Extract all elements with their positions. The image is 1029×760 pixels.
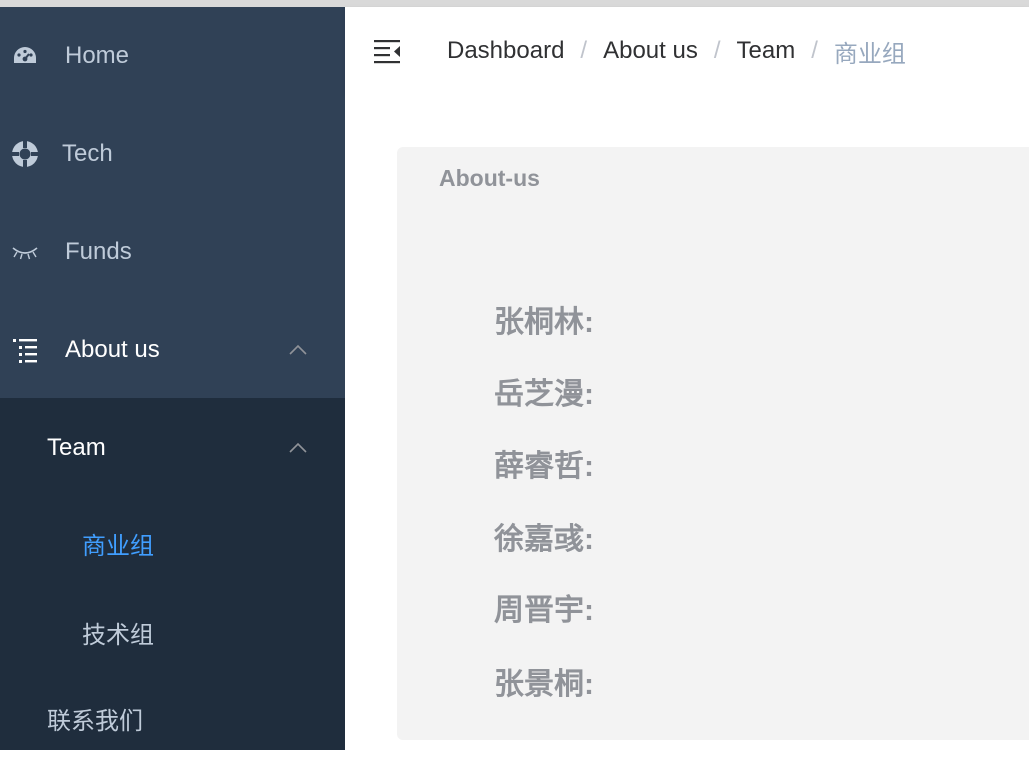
sidebar-item-label: 技术组: [82, 621, 154, 649]
member-name: 张桐林:: [494, 306, 594, 339]
breadcrumb-dashboard[interactable]: Dashboard: [447, 37, 564, 65]
window-top-border: [0, 0, 1029, 7]
menu-fold-icon[interactable]: [373, 34, 403, 64]
sidebar-item-contact-us[interactable]: 联系我们: [0, 676, 345, 760]
member-name: 徐嘉彧:: [494, 523, 594, 556]
lifebuoy-icon: [10, 139, 40, 169]
sidebar-item-business-group[interactable]: 商业组: [0, 498, 345, 588]
breadcrumb: Dashboard / About us / Team / 商业组: [447, 7, 906, 95]
sidebar-item-label: Home: [65, 42, 130, 69]
member-name: 周晋宇:: [494, 594, 594, 627]
breadcrumb-separator: /: [580, 37, 588, 64]
card-title: About-us: [439, 165, 540, 191]
sidebar-item-label: Tech: [62, 140, 113, 167]
member-name: 岳芝漫:: [494, 378, 594, 411]
breadcrumb-about-us[interactable]: About us: [603, 37, 698, 65]
sidebar-item-label: About us: [65, 336, 160, 363]
main-content: About-us 张桐林: 岳芝漫: 薛睿哲: 徐嘉彧: 周晋宇: 张景桐:: [345, 95, 1029, 750]
sidebar-item-label: Team: [47, 434, 106, 461]
breadcrumb-separator: /: [811, 37, 818, 64]
sidebar-item-label: 商业组: [82, 532, 154, 560]
sidebar-item-label: 联系我们: [47, 707, 143, 735]
dashboard-icon: [10, 41, 40, 71]
member-name: 薛睿哲:: [494, 450, 594, 483]
sidebar-item-home[interactable]: Home: [0, 7, 345, 105]
list-tree-icon: [10, 335, 40, 365]
top-navbar: Dashboard / About us / Team / 商业组: [345, 7, 1029, 95]
sidebar: Home Tech Funds About us Team 商业组 技术组 联系…: [0, 7, 345, 750]
eye-closed-icon: [10, 237, 40, 267]
sidebar-item-label: Funds: [65, 238, 132, 265]
breadcrumb-current: 商业组: [833, 40, 906, 68]
sidebar-item-tech[interactable]: Tech: [0, 105, 345, 203]
sidebar-item-team[interactable]: Team: [0, 398, 345, 498]
member-name: 张景桐:: [494, 668, 594, 701]
chevron-up-icon: [288, 340, 308, 360]
about-us-submenu: Team 商业组 技术组 联系我们: [0, 398, 345, 750]
sidebar-item-tech-group[interactable]: 技术组: [0, 588, 345, 676]
about-us-card: About-us 张桐林: 岳芝漫: 薛睿哲: 徐嘉彧: 周晋宇: 张景桐:: [397, 147, 1029, 740]
breadcrumb-team[interactable]: Team: [737, 37, 796, 65]
breadcrumb-separator: /: [713, 37, 721, 64]
sidebar-item-about-us[interactable]: About us: [0, 301, 345, 399]
sidebar-item-funds[interactable]: Funds: [0, 203, 345, 301]
chevron-up-icon: [288, 438, 308, 458]
